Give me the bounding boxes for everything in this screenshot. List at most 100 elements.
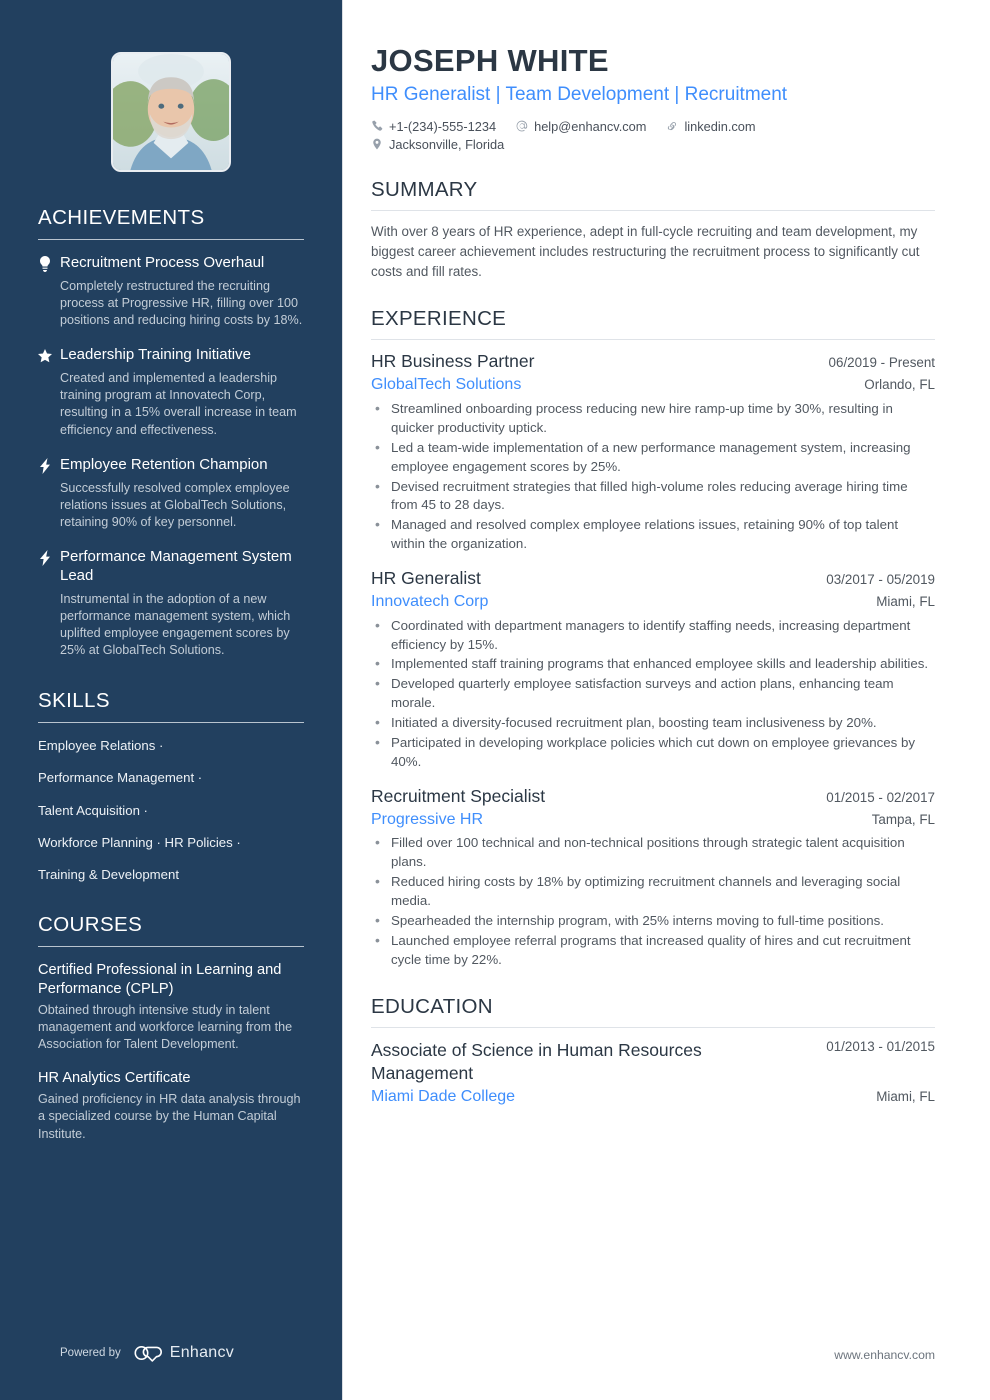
achievement-title: Performance Management System Lead [60,547,292,584]
skill-line: Employee Relations · [38,738,164,754]
job-dates: 06/2019 - Present [828,355,935,371]
contact-email-value: help@enhancv.com [534,118,647,134]
bullet: Devised recruitment strategies that fill… [371,477,935,516]
achievement-desc: Instrumental in the adoption of a new pe… [60,591,291,658]
profile-photo-image [113,54,229,170]
achievement-desc: Created and implemented a leadership tra… [60,371,297,437]
course-desc: Gained proficiency in HR data analysis t… [38,1092,301,1141]
bullet: Launched employee referral programs that… [371,931,935,970]
degree-dates: 01/2013 - 01/2015 [826,1039,935,1055]
contact-location-value: Jacksonville, Florida [389,136,505,152]
course-item: Certified Professional in Learning and P… [38,961,304,1053]
contact-list: +1-(234)-555-1234 help@enhancv.com linke… [371,119,811,152]
powered-by-footer: Powered by Enhancv [60,1344,234,1362]
enhancv-brand-name: Enhancv [169,1344,235,1361]
experience-section: EXPERIENCE HR Business Partner 06/2019 -… [371,307,935,969]
photo-container [38,0,304,172]
job-location: Miami, FL [876,593,935,609]
bullet: Filled over 100 technical and non-techni… [371,833,935,872]
link-icon [668,122,677,131]
experience-heading: EXPERIENCE [371,307,507,331]
resume-page: ACHIEVEMENTS Recruitment Process Overhau… [0,0,990,1400]
section-divider [371,339,935,341]
job-location: Tampa, FL [871,811,935,827]
phone-icon [372,121,383,132]
email-icon [516,120,528,132]
experience-entry: HR Business Partner 06/2019 - Present Gl… [371,351,935,554]
job-company[interactable]: GlobalTech Solutions [371,375,521,396]
education-section: EDUCATION Associate of Science in Human … [371,995,935,1107]
bullet: Led a team-wide implementation of a new … [371,438,935,477]
achievements-heading: ACHIEVEMENTS [38,206,205,229]
courses-section: COURSES Certified Professional in Learni… [38,913,304,1143]
degree-title: Associate of Science in Human Resources … [371,1040,702,1084]
contact-linkedin[interactable]: linkedin.com [666,118,756,134]
bullet: Managed and resolved complex employee re… [371,515,935,554]
achievement-title: Leadership Training Initiative [60,346,251,364]
job-dates: 01/2015 - 02/2017 [826,789,935,805]
course-desc: Obtained through intensive study in tale… [38,1002,293,1052]
job-bullets: Coordinated with department managers to … [371,616,935,772]
education-entry: Associate of Science in Human Resources … [371,1039,935,1107]
achievement-item: Leadership Training Initiative Created a… [38,346,304,438]
education-heading: EDUCATION [371,995,493,1019]
skill-line: Workforce Planning · HR Policies · [38,834,241,850]
experience-entry: Recruitment Specialist 01/2015 - 02/2017… [371,786,935,970]
skill-line: Talent Acquisition · [38,802,148,818]
lightbulb-icon [38,254,60,329]
achievement-item: Performance Management System Lead Instr… [38,548,304,659]
school-location: Miami, FL [876,1088,935,1104]
star-icon [38,346,60,438]
section-divider [371,1027,935,1029]
achievement-item: Employee Retention Champion Successfully… [38,456,304,531]
job-company[interactable]: Innovatech Corp [371,592,488,613]
avatar [111,52,231,172]
course-title: Certified Professional in Learning and P… [38,961,282,997]
course-item: HR Analytics Certificate Gained proficie… [38,1069,304,1142]
summary-text: With over 8 years of HR experience, adep… [371,223,920,279]
bullet: Implemented staff training programs that… [371,654,935,674]
achievements-section: ACHIEVEMENTS Recruitment Process Overhau… [38,206,304,659]
section-divider [38,945,304,947]
professional-headline: HR Generalist | Team Development | Recru… [371,84,788,106]
summary-section: SUMMARY With over 8 years of HR experien… [371,178,935,281]
job-bullets: Streamlined onboarding process reducing … [371,399,935,554]
bullet: Streamlined onboarding process reducing … [371,399,935,438]
contact-linkedin-value: linkedin.com [684,118,756,134]
course-title: HR Analytics Certificate [38,1070,191,1087]
bullet: Participated in developing workplace pol… [371,733,935,772]
bullet: Developed quarterly employee satisfactio… [371,674,935,713]
school-name[interactable]: Miami Dade College [371,1087,515,1108]
job-title: Recruitment Specialist [371,785,546,806]
achievement-desc: Successfully resolved complex employee r… [60,480,290,529]
skill-line: Performance Management · [38,770,203,786]
skill-line: Training & Development [38,866,179,882]
location-icon [373,138,381,150]
section-divider [38,239,304,240]
bullet: Reduced hiring costs by 18% by optimizin… [371,872,935,911]
job-dates: 03/2017 - 05/2019 [826,572,935,587]
contact-email[interactable]: help@enhancv.com [516,119,646,134]
contact-phone[interactable]: +1-(234)-555-1234 [371,119,496,134]
bullet: Coordinated with department managers to … [371,616,935,655]
achievement-desc: Completely restructured the recruiting p… [60,278,303,328]
enhancv-logo-icon [134,1346,162,1362]
job-title: HR Business Partner [371,351,535,372]
job-bullets: Filled over 100 technical and non-techni… [371,833,935,970]
job-location: Orlando, FL [864,377,935,393]
achievement-item: Recruitment Process Overhaul Completely … [38,254,304,329]
achievement-title: Recruitment Process Overhaul [60,254,265,271]
enhancv-brand: Enhancv [133,1344,234,1362]
bullet: Spearheaded the internship program, with… [371,911,935,931]
job-title: HR Generalist [371,568,481,588]
main-column: JOSEPH WHITE HR Generalist | Team Develo… [343,0,990,1400]
skills-section: SKILLS Employee Relations · Performance … [38,689,304,883]
bolt-icon [38,548,60,659]
achievement-title: Employee Retention Champion [60,455,268,473]
skills-heading: SKILLS [38,689,110,713]
section-divider [371,209,935,211]
contact-phone-value: +1-(234)-555-1234 [389,118,497,134]
job-company[interactable]: Progressive HR [371,810,483,831]
contact-location: Jacksonville, Florida [371,137,811,152]
sidebar: ACHIEVEMENTS Recruitment Process Overhau… [0,0,343,1400]
